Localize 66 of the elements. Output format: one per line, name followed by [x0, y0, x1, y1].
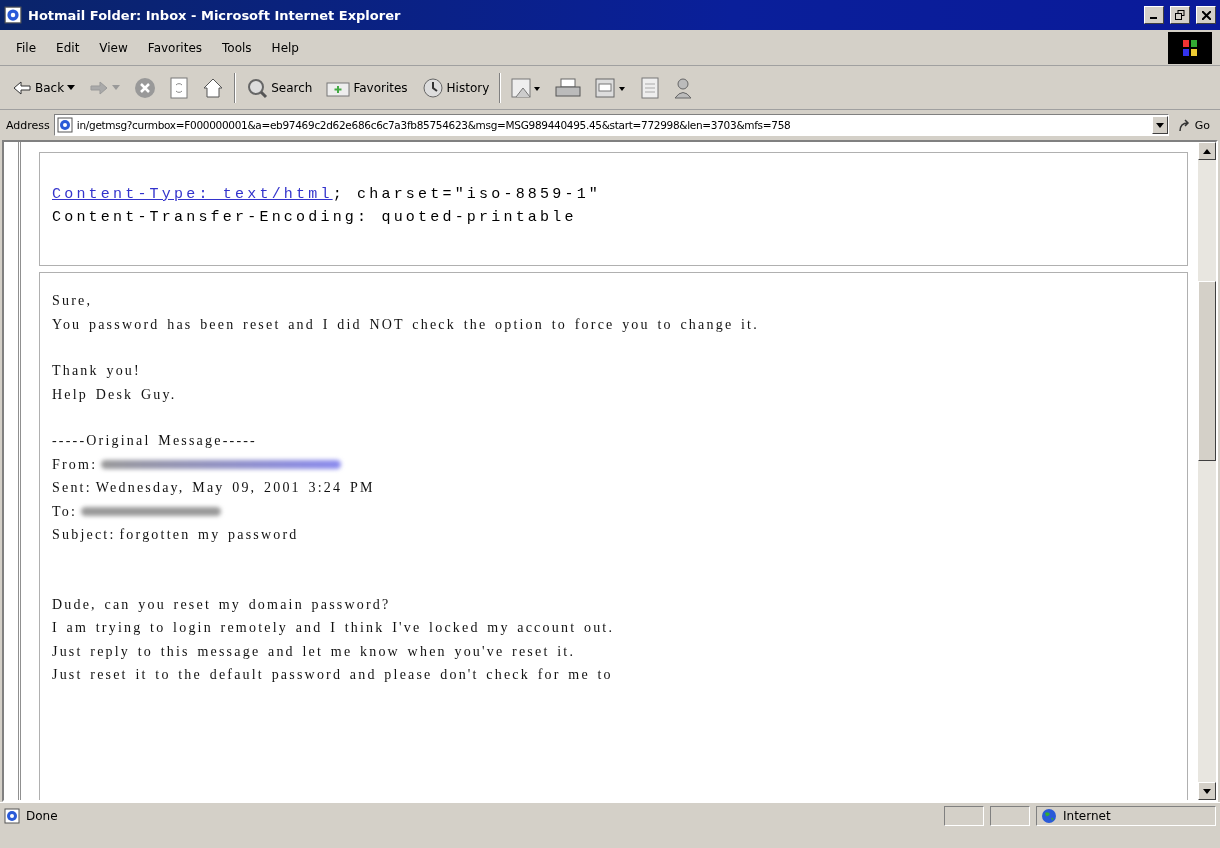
caret-icon [112, 84, 121, 91]
field-value: Wednesday, May 09, 2001 3:24 PM [95, 479, 375, 497]
globe-icon [1041, 807, 1057, 824]
search-button[interactable]: Search [242, 74, 317, 101]
mail-icon [511, 76, 542, 99]
window-title: Hotmail Folder: Inbox - Microsoft Internet Explorer [28, 7, 402, 23]
message-line: I am trying to login remotely and I think I've locked my account out. [52, 619, 616, 637]
scroll-thumb[interactable] [1198, 281, 1216, 461]
left-arrow-icon [12, 79, 32, 96]
person-icon [673, 76, 694, 99]
ie-page-icon [4, 807, 20, 824]
minimize-button[interactable] [1144, 6, 1164, 24]
message-line: Sure, [52, 292, 94, 310]
history-button[interactable]: History [417, 74, 494, 101]
close-icon [1201, 10, 1211, 20]
content-type-line: Content-Type: text/html; charset="iso-8859-1" [52, 185, 603, 205]
search-icon [246, 76, 269, 99]
edit-icon [595, 76, 628, 99]
original-message-divider: -----Original Message----- [52, 432, 258, 450]
message-line: Dude, can you reset my domain password? [52, 595, 392, 614]
clock-icon [421, 76, 444, 99]
restore-button[interactable] [1170, 6, 1190, 24]
message-line: Just reply to this message and let me know when you've reset it. [52, 642, 577, 661]
address-field[interactable]: in/getmsg?curmbox=F000000001&a=eb97469c2d62e686c6c7a3fb85754623&msg=MSG989440495.45&start=772998&len=3703&mfs=758 [53, 114, 1169, 136]
content-type-link[interactable]: Content-Type: text/html [52, 186, 333, 203]
message-line: You password has been reset and I did NOT check the option to force you to change it. [52, 315, 760, 334]
go-button[interactable]: Go [1172, 117, 1214, 133]
field-label: Subject: [52, 526, 116, 544]
menu-item[interactable]: File [8, 38, 45, 57]
windows-logo [1168, 31, 1212, 64]
dropdown-button[interactable] [1151, 116, 1168, 134]
down-arrow-icon [1203, 788, 1211, 794]
caret-icon [1155, 122, 1164, 128]
scrollbar[interactable] [1198, 142, 1216, 800]
printer-icon [555, 76, 582, 99]
close-button[interactable] [1196, 6, 1216, 24]
house-icon [202, 76, 225, 99]
favorites-button[interactable]: Favorites [322, 76, 412, 99]
menu-item[interactable]: Edit [48, 38, 88, 57]
field-label: To: [52, 502, 78, 521]
field-label: Sent: [52, 479, 92, 497]
encoding-line: Content-Transfer-Encoding: quoted-printable [52, 208, 578, 228]
stop-icon [134, 76, 157, 99]
field-value: forgotten my password [119, 526, 299, 544]
address-label: Address [6, 118, 50, 132]
ie-page-icon [4, 6, 22, 24]
menu-item[interactable]: Tools [214, 38, 260, 57]
back-button[interactable]: Back [8, 77, 80, 98]
menu-item[interactable]: Help [263, 38, 307, 57]
status-panel [944, 805, 984, 826]
restore-icon [1175, 10, 1185, 20]
menu-item[interactable]: View [91, 38, 136, 57]
ie-page-icon [56, 117, 73, 133]
up-arrow-icon [1203, 148, 1211, 154]
message-line: Just reset it to the default password and please don't check for me to [52, 666, 614, 684]
menu-item[interactable]: Favorites [139, 38, 211, 57]
right-arrow-icon [89, 79, 110, 96]
message-line: Help Desk Guy. [52, 385, 178, 404]
status-panel [990, 805, 1030, 826]
zone-label: Internet [1063, 808, 1111, 823]
status-text: Done [26, 808, 59, 823]
refresh-icon [170, 76, 189, 99]
message-line: Thank you! [52, 362, 142, 380]
field-label: From: [52, 455, 98, 474]
document-icon [641, 76, 660, 99]
caret-icon [67, 84, 76, 91]
